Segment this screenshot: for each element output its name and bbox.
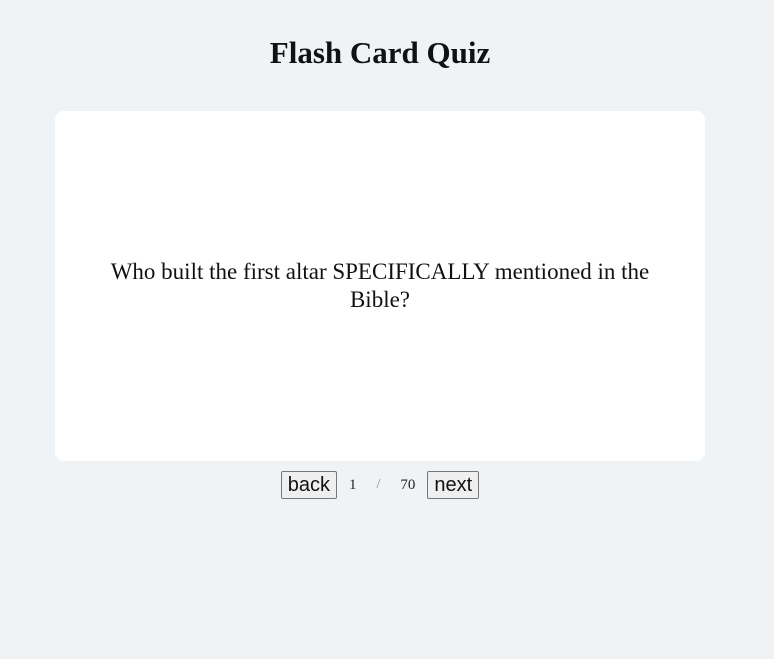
card-navigation: back 1 / 70 next [0, 471, 760, 499]
card-question: Who built the first altar SPECIFICALLY m… [110, 259, 650, 312]
card-counter: 1 / 70 [349, 477, 415, 494]
current-card-number: 1 [349, 476, 357, 493]
counter-separator: / [376, 477, 381, 492]
flash-card[interactable]: Who built the first altar SPECIFICALLY m… [55, 111, 705, 461]
total-card-count: 70 [400, 476, 416, 493]
next-button[interactable]: next [427, 471, 480, 499]
page-title: Flash Card Quiz [269, 35, 491, 70]
back-button[interactable]: back [280, 471, 338, 499]
